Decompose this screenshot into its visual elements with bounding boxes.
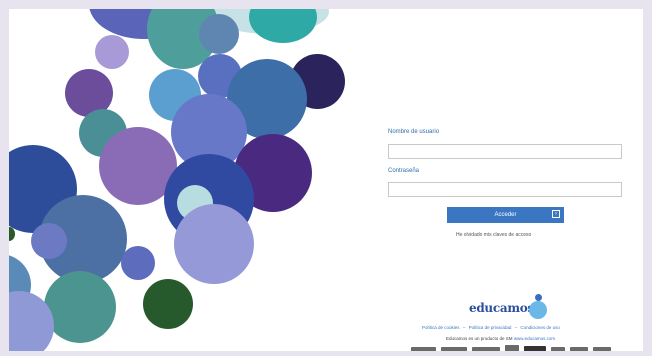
username-label: Nombre de usuario [388,129,440,135]
educamos-website-link[interactable]: www.educamos.com [514,336,555,341]
bubble [174,204,254,284]
partner-logo [472,346,500,351]
partner-logo-edebe [441,346,467,351]
terms-of-use-link[interactable]: Condiciones de uso [520,325,560,330]
partner-logo-epe [505,345,519,351]
privacy-policy-link[interactable]: Política de privacidad [469,325,512,330]
bubble [121,246,155,280]
submit-button[interactable]: Acceder › [447,207,564,223]
forgot-credentials-link[interactable]: He olvidado mis claves de acceso [456,232,531,238]
bubble [143,279,193,329]
password-label: Contraseña [388,167,420,174]
logo-circle-icon [529,301,547,319]
logo-text: educamos [469,301,534,315]
submit-button-label: Acceder [494,212,517,218]
footer-note: Educamos es un producto de SM www.educam… [446,336,555,341]
bubble [249,9,317,43]
bubble [44,271,116,343]
login-form: Nombre de usuario Contraseña Acceder › H… [388,129,636,238]
username-input[interactable] [388,143,622,159]
partner-logo [593,346,611,351]
partner-logo [551,346,565,351]
decorative-bubbles [9,9,345,351]
footer-separator: – [462,325,466,330]
partner-logo [570,346,588,351]
cookies-policy-link[interactable]: Política de cookies [422,325,460,330]
login-page: Nombre de usuario Contraseña Acceder › H… [9,9,643,351]
footer-links: Política de cookies – Política de privac… [422,325,560,330]
partner-logo-ediciones-sm [411,346,436,351]
arrow-right-icon: › [552,210,560,218]
educamos-logo: educamos [469,294,549,325]
bubble [95,35,129,69]
footer-note-text: Educamos es un producto de SM [446,336,513,341]
password-input[interactable] [388,182,622,197]
logo-dot-icon [535,294,542,301]
bubble [31,223,67,259]
bubble [199,14,239,54]
partner-logo [524,346,546,351]
partner-logos [411,345,611,351]
footer-separator: – [514,325,518,330]
